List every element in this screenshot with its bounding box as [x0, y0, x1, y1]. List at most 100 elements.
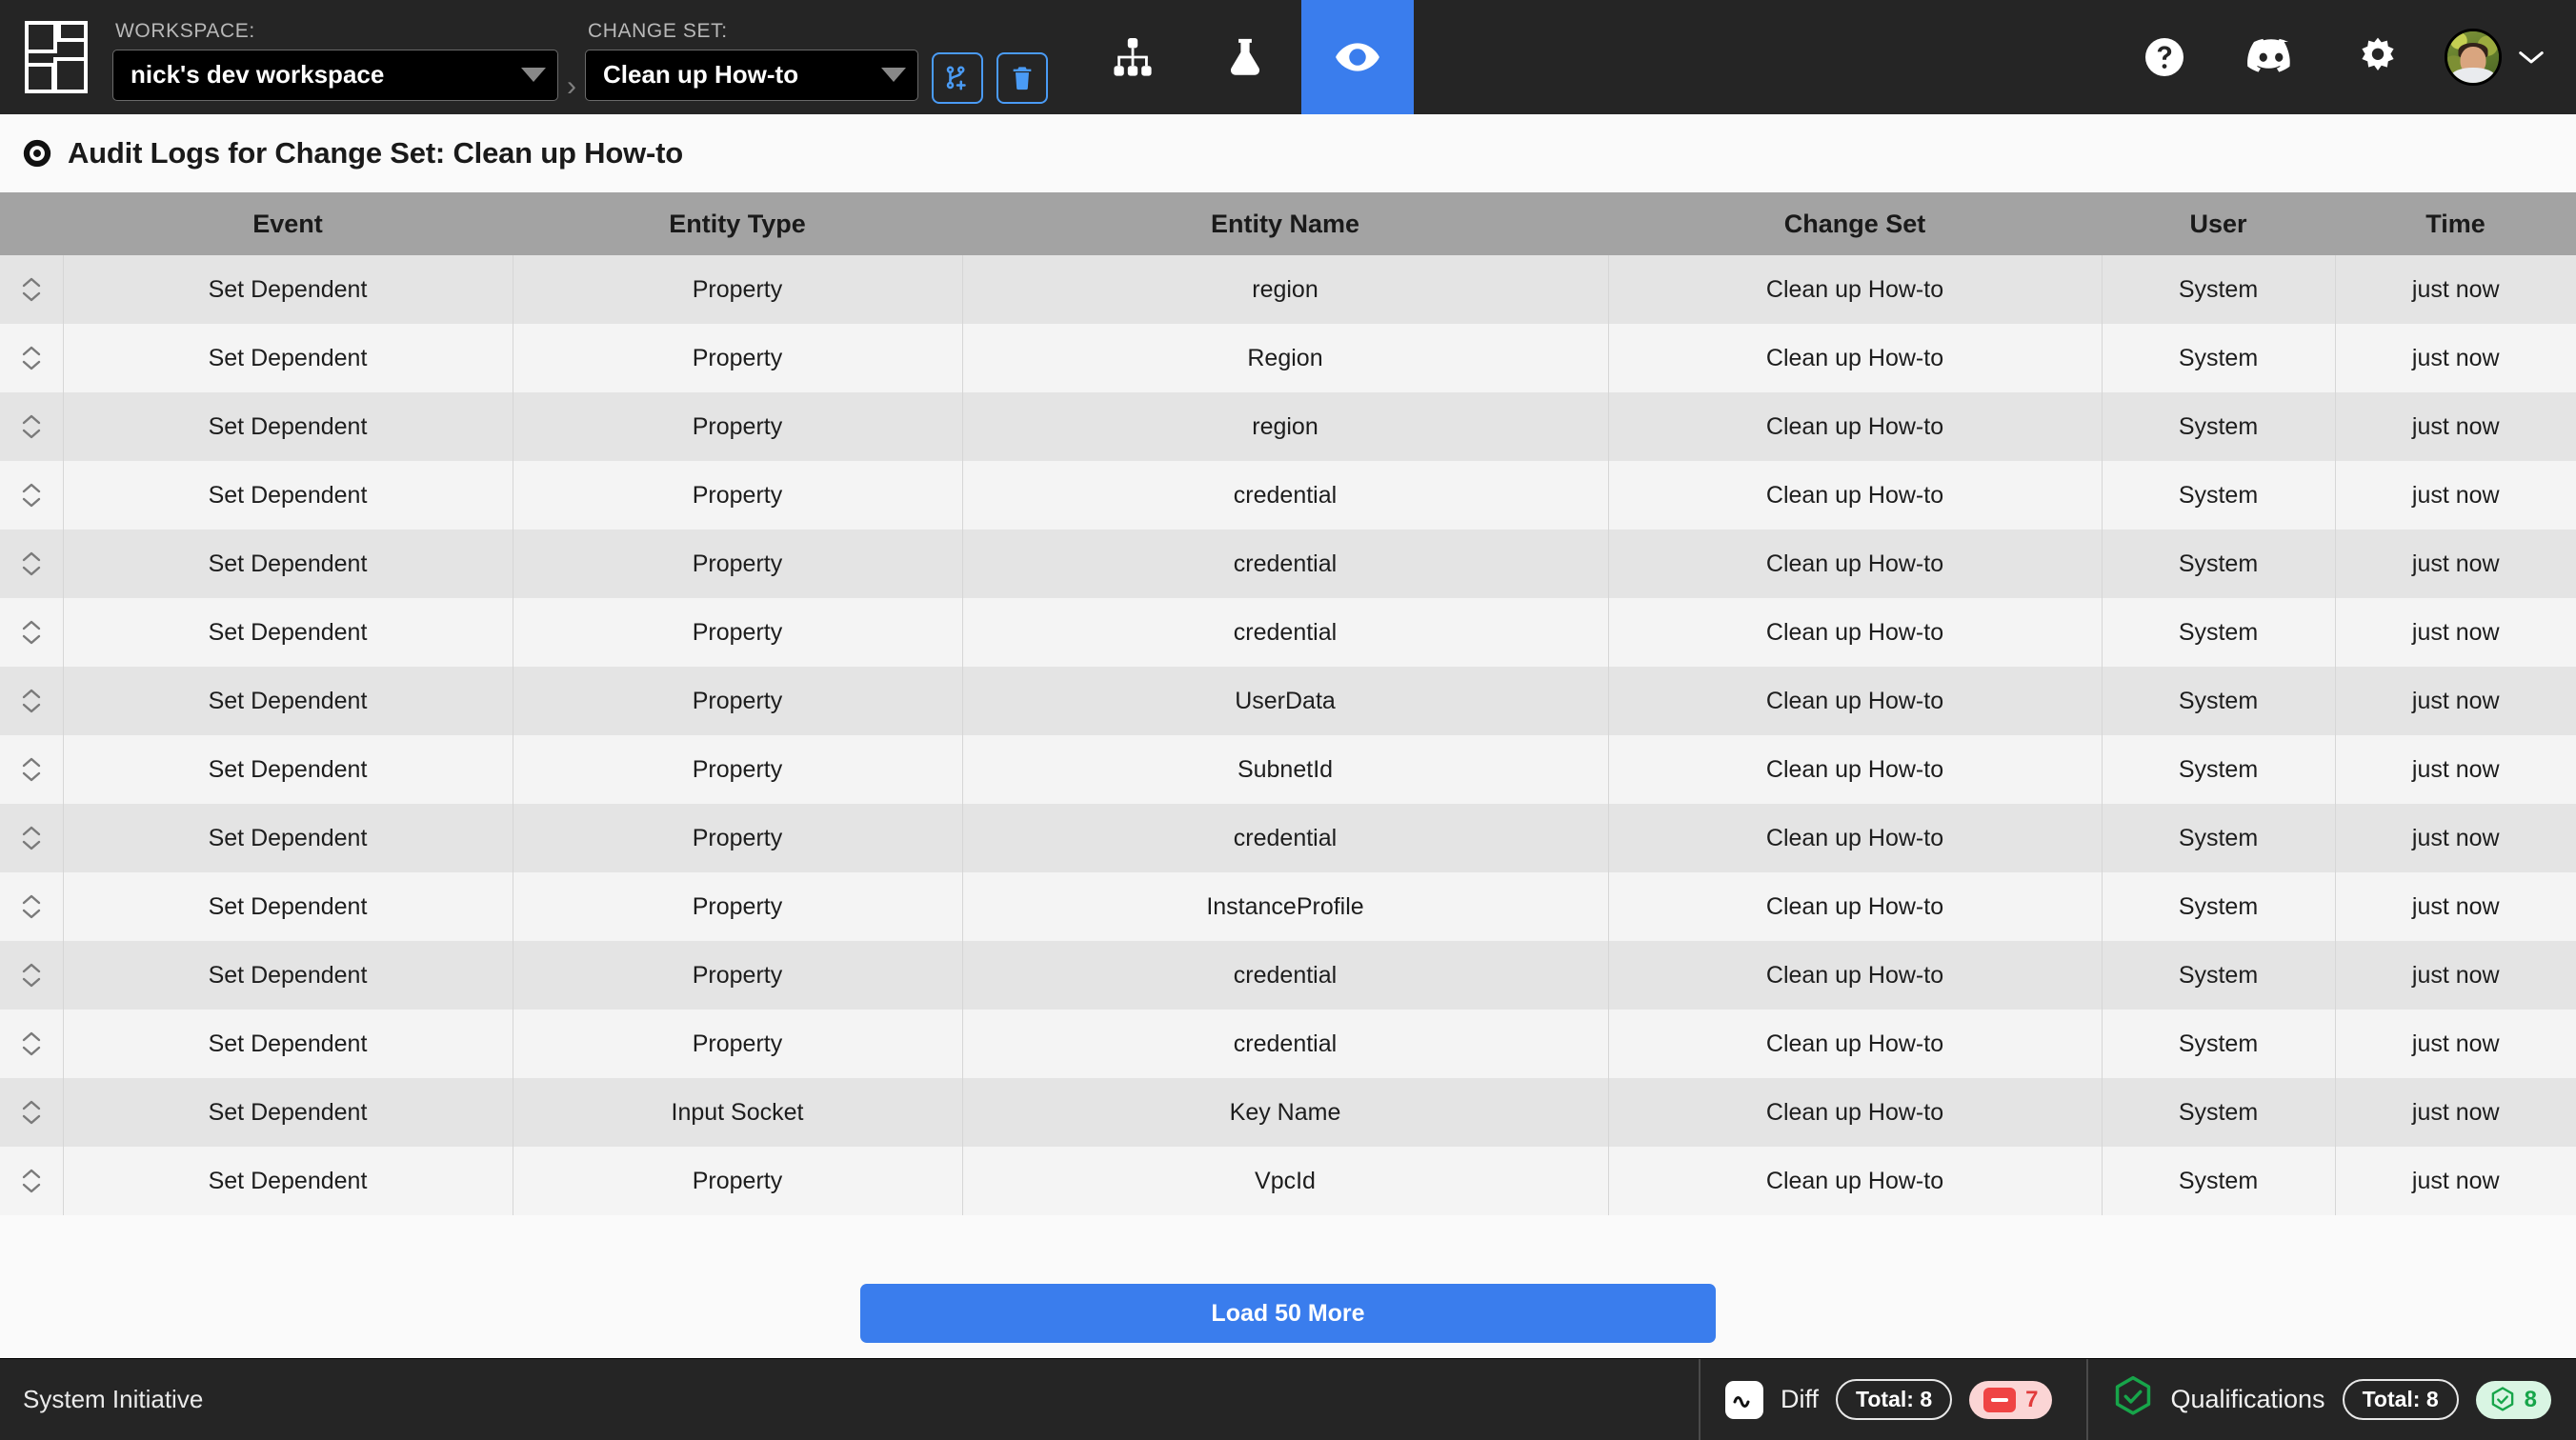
- cell-change-set: Clean up How-to: [1607, 255, 2102, 324]
- table-row[interactable]: Set Dependent Property credential Clean up …: [0, 461, 2576, 530]
- cell-entity-type: Property: [512, 530, 962, 598]
- cell-expand[interactable]: [0, 598, 63, 667]
- cell-expand[interactable]: [0, 530, 63, 598]
- cell-expand[interactable]: [0, 941, 63, 1010]
- chevron-down-icon: [22, 1114, 40, 1125]
- status-panel-diff[interactable]: Diff Total: 8 7: [1699, 1359, 2086, 1440]
- column-header-entity-type[interactable]: Entity Type: [513, 192, 962, 255]
- row-expand-toggle[interactable]: [0, 324, 63, 392]
- status-panel-qualifications[interactable]: Qualifications Total: 8 8: [2086, 1359, 2576, 1440]
- table-row[interactable]: Set Dependent Property region Clean up How-…: [0, 255, 2576, 324]
- page-title: Audit Logs for Change Set: Clean up How-…: [68, 136, 684, 170]
- column-header-user[interactable]: User: [2102, 192, 2335, 255]
- load-more-button[interactable]: Load 50 More: [860, 1284, 1716, 1343]
- settings-button[interactable]: [2324, 0, 2431, 114]
- cell-user: System: [2101, 941, 2335, 1010]
- row-expand-toggle[interactable]: [0, 941, 63, 1010]
- row-expand-toggle[interactable]: [0, 1147, 63, 1215]
- cell-time: just now: [2334, 735, 2576, 804]
- row-expand-toggle[interactable]: [0, 255, 63, 324]
- chevron-down-icon: [22, 360, 40, 370]
- cell-event: Set Dependent: [62, 804, 513, 872]
- delete-change-set-button[interactable]: [996, 52, 1048, 104]
- cell-expand[interactable]: [0, 667, 63, 735]
- cell-expand[interactable]: [0, 324, 63, 392]
- cell-entity-type: Property: [512, 461, 962, 530]
- eye-target-icon: [21, 137, 53, 170]
- row-expand-toggle[interactable]: [0, 667, 63, 735]
- column-header-expand: [0, 192, 63, 255]
- cell-expand[interactable]: [0, 255, 63, 324]
- cell-expand[interactable]: [0, 1010, 63, 1078]
- cell-expand[interactable]: [0, 735, 63, 804]
- workspace-dropdown[interactable]: nick's dev workspace: [112, 49, 558, 101]
- row-expand-toggle[interactable]: [0, 530, 63, 598]
- column-header-time[interactable]: Time: [2335, 192, 2576, 255]
- cell-user: System: [2101, 1078, 2335, 1147]
- cell-entity-type: Property: [512, 392, 962, 461]
- cell-user: System: [2101, 735, 2335, 804]
- profile-menu[interactable]: [2431, 29, 2546, 86]
- sitemap-icon: [1114, 38, 1152, 76]
- column-header-event[interactable]: Event: [63, 192, 513, 255]
- cell-entity-name: credential: [961, 461, 1608, 530]
- cell-time: just now: [2334, 324, 2576, 392]
- load-more-container: Load 50 More: [0, 1215, 2576, 1343]
- workspace-selector-group: WORKSPACE: nick's dev workspace: [112, 0, 558, 114]
- cell-change-set: Clean up How-to: [1607, 872, 2102, 941]
- cell-change-set: Clean up How-to: [1607, 461, 2102, 530]
- chevron-down-icon: [22, 1183, 40, 1193]
- row-expand-toggle[interactable]: [0, 1078, 63, 1147]
- chevron-up-icon: [22, 414, 40, 425]
- cell-entity-type: Property: [512, 324, 962, 392]
- row-expand-toggle[interactable]: [0, 392, 63, 461]
- cell-user: System: [2101, 392, 2335, 461]
- row-expand-toggle[interactable]: [0, 461, 63, 530]
- sidebar-item-lab[interactable]: [1189, 0, 1301, 114]
- table-row[interactable]: Set Dependent Input Socket Key Name Clean u…: [0, 1078, 2576, 1147]
- table-row[interactable]: Set Dependent Property credential Clean up …: [0, 530, 2576, 598]
- cell-expand[interactable]: [0, 1147, 63, 1215]
- row-expand-toggle[interactable]: [0, 598, 63, 667]
- cell-expand[interactable]: [0, 1078, 63, 1147]
- chevron-down-icon: [22, 566, 40, 576]
- table-row[interactable]: Set Dependent Property UserData Clean up Ho…: [0, 667, 2576, 735]
- cell-expand[interactable]: [0, 392, 63, 461]
- table-row[interactable]: Set Dependent Property credential Clean up …: [0, 941, 2576, 1010]
- cell-expand[interactable]: [0, 461, 63, 530]
- table-row[interactable]: Set Dependent Property Region Clean up How-…: [0, 324, 2576, 392]
- chevron-down-icon: [22, 909, 40, 919]
- column-header-change-set[interactable]: Change Set: [1608, 192, 2102, 255]
- cell-time: just now: [2334, 667, 2576, 735]
- chevron-down-icon: [22, 1046, 40, 1056]
- row-expand-toggle[interactable]: [0, 804, 63, 872]
- sidebar-item-model[interactable]: [1077, 0, 1189, 114]
- table-row[interactable]: Set Dependent Property VpcId Clean up How-t…: [0, 1147, 2576, 1215]
- column-header-entity-name[interactable]: Entity Name: [962, 192, 1608, 255]
- sidebar-item-audit-logs[interactable]: [1301, 0, 1414, 114]
- table-row[interactable]: Set Dependent Property region Clean up How-…: [0, 392, 2576, 461]
- logo-home-link[interactable]: [0, 0, 112, 114]
- changeset-selector-group: CHANGE SET: Clean up How-to: [585, 0, 918, 114]
- cell-expand[interactable]: [0, 872, 63, 941]
- chevron-up-icon: [22, 620, 40, 630]
- create-change-set-button[interactable]: [932, 52, 983, 104]
- table-row[interactable]: Set Dependent Property credential Clean up …: [0, 598, 2576, 667]
- cell-entity-type: Property: [512, 667, 962, 735]
- help-button[interactable]: [2111, 0, 2218, 114]
- row-expand-toggle[interactable]: [0, 1010, 63, 1078]
- discord-button[interactable]: [2218, 0, 2324, 114]
- cell-event: Set Dependent: [62, 1147, 513, 1215]
- row-expand-toggle[interactable]: [0, 872, 63, 941]
- cell-entity-name: VpcId: [961, 1147, 1608, 1215]
- changeset-dropdown[interactable]: Clean up How-to: [585, 49, 918, 101]
- table-row[interactable]: Set Dependent Property InstanceProfile Clea…: [0, 872, 2576, 941]
- row-expand-toggle[interactable]: [0, 735, 63, 804]
- cell-expand[interactable]: [0, 804, 63, 872]
- chevron-down-icon: [521, 68, 546, 82]
- cell-event: Set Dependent: [62, 872, 513, 941]
- table-row[interactable]: Set Dependent Property credential Clean up …: [0, 1010, 2576, 1078]
- table-row[interactable]: Set Dependent Property SubnetId Clean up Ho…: [0, 735, 2576, 804]
- table-row[interactable]: Set Dependent Property credential Clean up …: [0, 804, 2576, 872]
- chevron-down-icon: [22, 771, 40, 782]
